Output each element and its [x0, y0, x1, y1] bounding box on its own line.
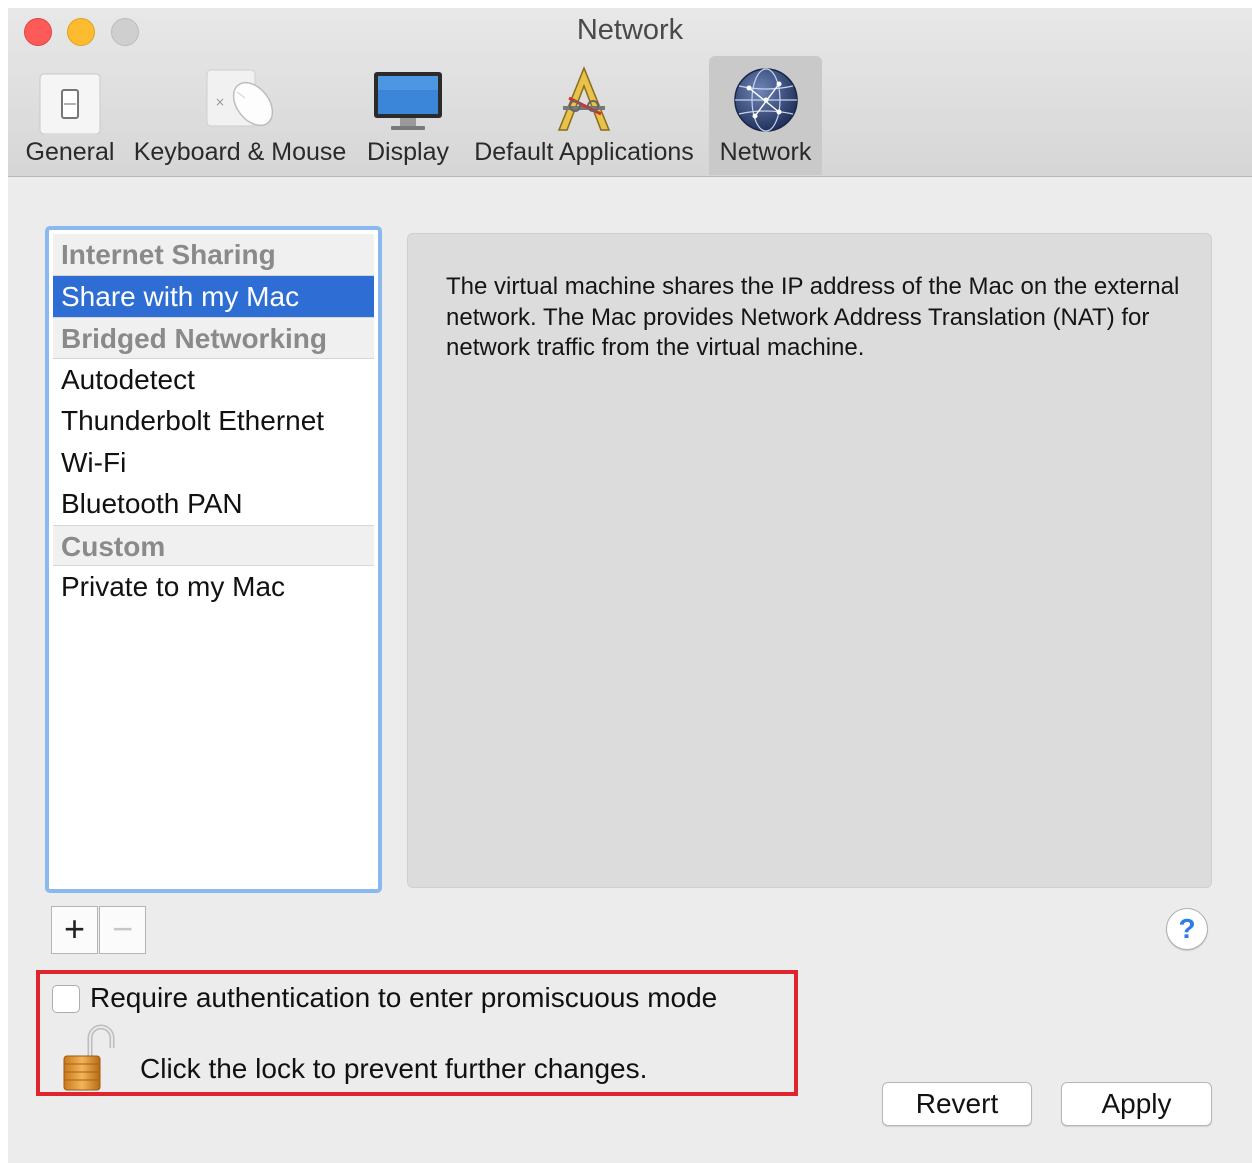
switch-icon [39, 73, 101, 134]
network-preferences-window: Network General × Keyboard & Mouse Displ… [8, 8, 1252, 1163]
tab-network-label: Network [719, 138, 812, 166]
tab-general[interactable]: General [22, 56, 118, 175]
remove-network-button[interactable]: − [99, 906, 146, 954]
list-item-thunderbolt-ethernet[interactable]: Thunderbolt Ethernet [53, 400, 374, 442]
lock-icon[interactable] [60, 1024, 116, 1092]
network-type-list: Internet Sharing Share with my Mac Bridg… [45, 226, 382, 893]
globe-icon [733, 68, 798, 132]
toolbar: Network General × Keyboard & Mouse Displ… [8, 8, 1252, 177]
add-network-button[interactable]: + [51, 906, 98, 954]
tab-display[interactable]: Display [362, 56, 454, 175]
window-title: Network [576, 14, 684, 46]
tab-network[interactable]: Network [709, 56, 822, 175]
tab-default-applications[interactable]: Default Applications [464, 56, 704, 175]
list-item-bluetooth-pan[interactable]: Bluetooth PAN [53, 483, 374, 525]
section-header-internet-sharing: Internet Sharing [53, 234, 374, 276]
network-type-list-body: Internet Sharing Share with my Mac Bridg… [53, 234, 374, 885]
list-item-autodetect[interactable]: Autodetect [53, 358, 374, 400]
monitor-icon [374, 72, 442, 130]
tab-keyboard-mouse-label: Keyboard & Mouse [133, 138, 347, 166]
tab-default-applications-label: Default Applications [474, 138, 694, 166]
promiscuous-mode-checkbox[interactable] [52, 985, 80, 1013]
list-item-share-with-my-mac[interactable]: Share with my Mac [53, 275, 374, 317]
tab-general-label: General [25, 138, 115, 166]
apply-button[interactable]: Apply [1061, 1082, 1212, 1126]
lock-label: Click the lock to prevent further change… [140, 1053, 648, 1084]
section-header-custom: Custom [53, 524, 374, 566]
list-item-wi-fi[interactable]: Wi-Fi [53, 441, 374, 483]
tab-display-label: Display [367, 138, 449, 166]
mouse-icon: × [206, 69, 274, 127]
description-panel: The virtual machine shares the IP addres… [407, 233, 1212, 888]
promiscuous-mode-label: Require authentication to enter promiscu… [90, 982, 718, 1013]
tab-keyboard-mouse[interactable]: × Keyboard & Mouse [128, 56, 352, 175]
description-text: The virtual machine shares the IP addres… [446, 273, 1180, 361]
help-button[interactable]: ? [1166, 908, 1208, 950]
applications-icon [557, 65, 611, 131]
section-header-bridged-networking: Bridged Networking [53, 317, 374, 359]
svg-text:×: × [215, 95, 225, 109]
revert-button[interactable]: Revert [882, 1082, 1032, 1126]
list-item-private-to-my-mac[interactable]: Private to my Mac [53, 566, 374, 608]
